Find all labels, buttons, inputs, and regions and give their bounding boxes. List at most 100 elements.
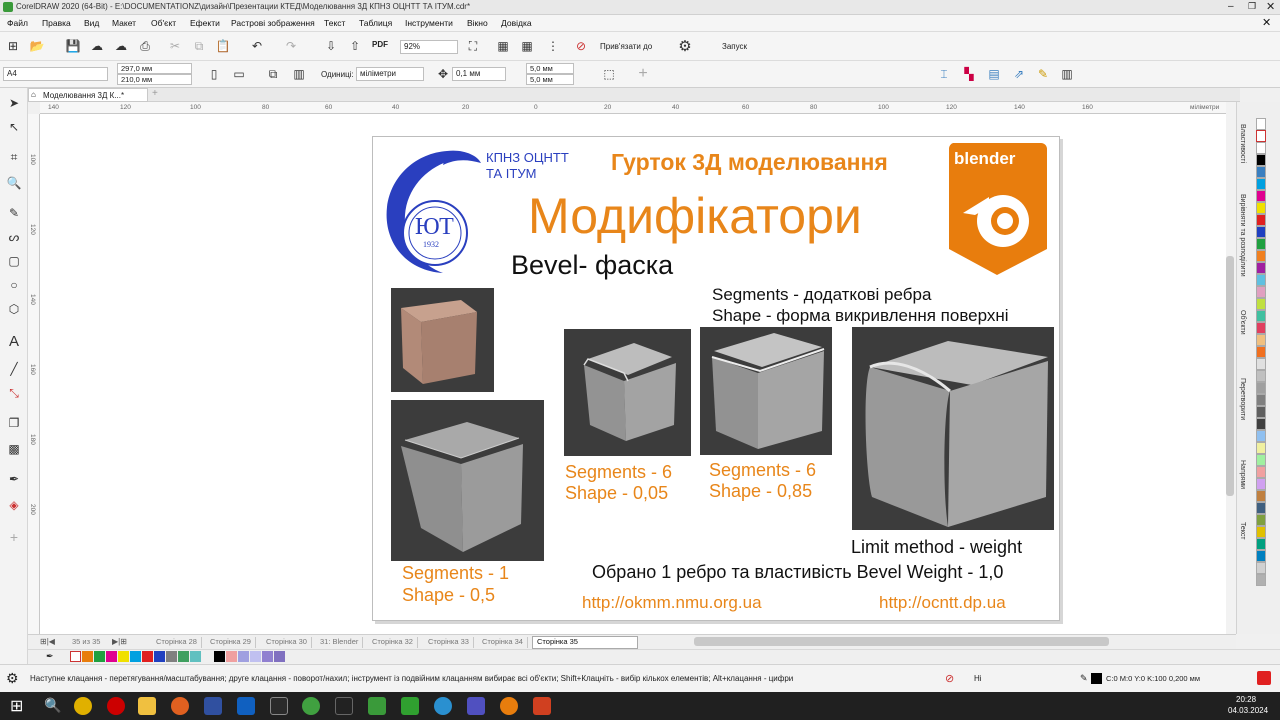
page-width-field[interactable]: 297,0 мм — [117, 63, 192, 74]
save-app-icon[interactable] — [204, 697, 222, 715]
close-button[interactable]: ✕ — [1266, 0, 1275, 13]
docker-tab-transform[interactable]: Перетворити — [1239, 378, 1246, 420]
artistic-media-icon[interactable]: ᔕ — [5, 228, 23, 246]
palette-swatch[interactable] — [202, 651, 213, 662]
palette-swatch[interactable] — [1256, 322, 1266, 334]
page-frame-icon[interactable]: ⬚ — [600, 65, 618, 83]
app-icon[interactable] — [533, 697, 551, 715]
blender-taskbar-icon[interactable] — [500, 697, 518, 715]
palette-swatch[interactable] — [274, 651, 285, 662]
freehand-tool-icon[interactable]: ✎ — [5, 204, 23, 222]
palette-swatch[interactable] — [1256, 214, 1266, 226]
transparency-icon[interactable]: ▩ — [5, 440, 23, 458]
landscape-icon[interactable]: ▭ — [230, 65, 248, 83]
dimension-tool-icon[interactable]: ╱ — [5, 360, 23, 378]
print-icon[interactable]: ⎙ — [136, 37, 154, 55]
horizontal-scroll-thumb[interactable] — [694, 637, 1109, 646]
palette-swatch[interactable] — [1256, 358, 1266, 370]
grid-icon[interactable]: ▦ — [518, 37, 536, 55]
snap-off-icon[interactable]: ⊘ — [572, 37, 590, 55]
menu-layout[interactable]: Макет — [112, 18, 136, 28]
menu-window[interactable]: Вікно — [467, 18, 488, 28]
palette-swatch[interactable] — [1256, 226, 1266, 238]
palette-swatch[interactable] — [1256, 130, 1266, 142]
palette-swatch[interactable] — [226, 651, 237, 662]
portrait-icon[interactable]: ▯ — [205, 65, 223, 83]
docker-tab-properties[interactable]: Властивості — [1239, 124, 1246, 163]
rulers-icon[interactable]: ▦ — [494, 37, 512, 55]
palette-swatch[interactable] — [1256, 346, 1266, 358]
start-icon[interactable]: ⊞ — [10, 696, 28, 715]
rectangle-tool-icon[interactable]: ▢ — [5, 252, 23, 270]
docker-tab-text[interactable]: Текст — [1239, 522, 1246, 540]
palette-swatch[interactable] — [262, 651, 273, 662]
palette-swatch[interactable] — [1256, 574, 1266, 586]
palette-swatch[interactable] — [1256, 514, 1266, 526]
ellipse-tool-icon[interactable]: ○ — [5, 276, 23, 294]
minimize-button[interactable]: – — [1228, 1, 1234, 12]
status-gear-icon[interactable]: ⚙ — [6, 670, 19, 687]
options-gear-icon[interactable]: ⚙ — [676, 37, 694, 55]
palette-swatch[interactable] — [1256, 550, 1266, 562]
page-size-select[interactable]: A4 — [3, 67, 108, 81]
nudge-distance-field[interactable]: 0,1 мм — [452, 67, 506, 81]
palette-swatch[interactable] — [1256, 202, 1266, 214]
menu-object[interactable]: Об'єкт — [151, 18, 176, 28]
palette-swatch[interactable] — [1256, 502, 1266, 514]
palette-swatch[interactable] — [1256, 118, 1266, 130]
eyedropper-small-icon[interactable]: ✒ — [46, 651, 54, 662]
menu-help[interactable]: Довідка — [501, 18, 532, 28]
palette-swatch[interactable] — [1256, 166, 1266, 178]
import-icon[interactable]: ⇩ — [322, 37, 340, 55]
zoom-level-field[interactable]: 92% — [400, 40, 458, 54]
palette-swatch[interactable] — [250, 651, 261, 662]
add-icon[interactable]: + — [634, 65, 652, 83]
connector-tool-icon[interactable]: ⤡ — [5, 384, 23, 402]
open-icon[interactable]: 📂 — [28, 37, 46, 55]
units-select[interactable]: міліметри — [356, 67, 424, 81]
palette-swatch[interactable] — [1256, 454, 1266, 466]
polygon-tool-icon[interactable]: ⬡ — [5, 300, 23, 318]
chrome2-icon[interactable] — [302, 697, 320, 715]
fill-tool-icon[interactable]: ◈ — [5, 496, 23, 514]
page-tab[interactable]: Сторінка 29 — [206, 637, 256, 648]
palette-swatch[interactable] — [1256, 382, 1266, 394]
export-icon[interactable]: ⇧ — [346, 37, 364, 55]
palette-swatch[interactable] — [1256, 478, 1266, 490]
palette-swatch[interactable] — [214, 651, 225, 662]
eyedropper-icon[interactable]: ✒ — [5, 470, 23, 488]
copy-icon[interactable]: ⧉ — [190, 37, 208, 55]
full-screen-icon[interactable]: ⛶ — [464, 37, 482, 55]
palette-swatch[interactable] — [1256, 466, 1266, 478]
launch-dropdown[interactable]: Запуск — [722, 42, 747, 51]
paste-icon[interactable]: 📋 — [214, 37, 232, 55]
explorer-icon[interactable] — [138, 697, 156, 715]
menu-tools[interactable]: Інструменти — [405, 18, 453, 28]
snap-to-dropdown[interactable]: Прив'язати до — [600, 42, 652, 51]
search-icon[interactable]: 🔍 — [44, 697, 62, 715]
palette-swatch[interactable] — [1256, 274, 1266, 286]
pick-tool-icon[interactable]: ➤ — [5, 94, 23, 112]
redo-icon[interactable]: ↷ — [282, 37, 300, 55]
palette-swatch[interactable] — [238, 651, 249, 662]
palette-swatch[interactable] — [1256, 178, 1266, 190]
save-icon[interactable]: 💾 — [64, 37, 82, 55]
document-tab[interactable]: ⌂ Моделювання 3Д К...* — [28, 88, 148, 102]
cut-icon[interactable]: ✂ — [166, 37, 184, 55]
telegram-icon[interactable] — [434, 697, 452, 715]
palette-swatch[interactable] — [1256, 190, 1266, 202]
palette-swatch[interactable] — [1256, 310, 1266, 322]
undo-icon[interactable]: ↶ — [248, 37, 266, 55]
menu-bitmaps[interactable]: Растрові зображення — [231, 18, 315, 28]
palette-swatch[interactable] — [1256, 418, 1266, 430]
last-page-icon[interactable]: ▶|⊞ — [112, 637, 127, 646]
palette-swatch[interactable] — [1256, 298, 1266, 310]
corel-icon[interactable] — [401, 697, 419, 715]
palette-swatch[interactable] — [154, 651, 165, 662]
palette-swatch[interactable] — [1256, 154, 1266, 166]
url-ocntt[interactable]: http://ocntt.dp.ua — [879, 593, 1006, 613]
current-page-icon[interactable]: ▥ — [290, 65, 308, 83]
docker-tab-align[interactable]: Вирівняти та розподілити — [1239, 194, 1246, 277]
page-tab[interactable]: Сторінка 30 — [262, 637, 312, 648]
palette-swatch[interactable] — [106, 651, 117, 662]
